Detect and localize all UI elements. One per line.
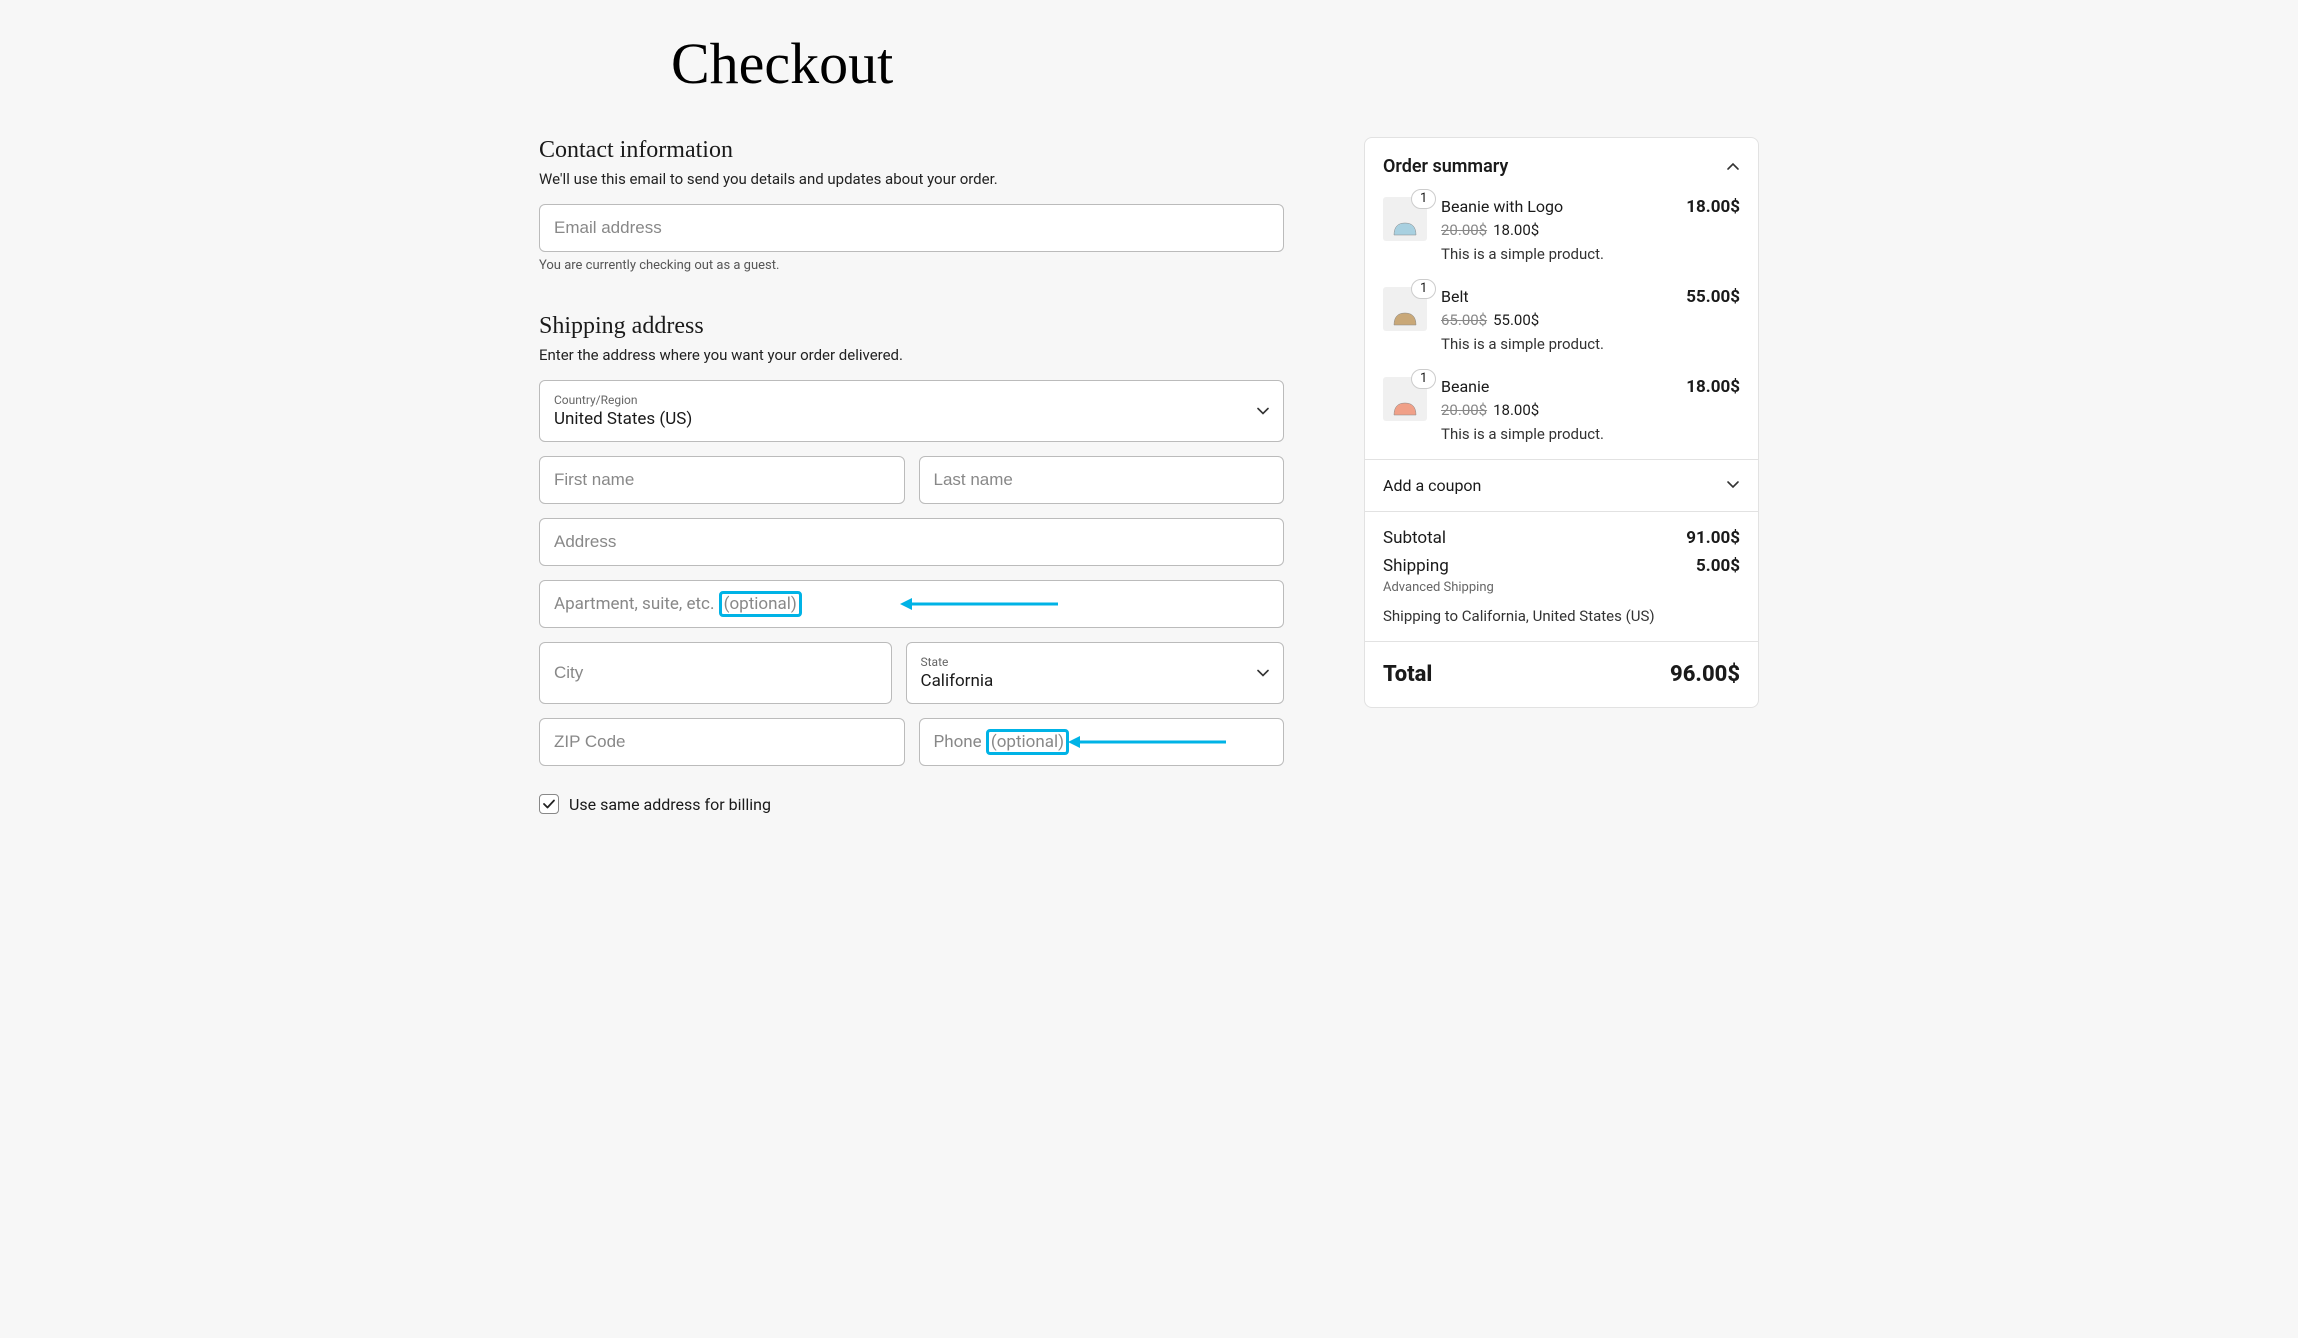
cart-item: 1 Belt 55.00$ 65.00$ 55.00$ This is a sim… (1365, 279, 1758, 369)
item-orig-price: 20.00$ (1441, 401, 1487, 419)
phone-field[interactable]: Phone (optional) (919, 718, 1285, 766)
state-label: State (921, 655, 1244, 669)
chevron-down-icon (1726, 476, 1740, 495)
form-column: Contact information We'll use this email… (539, 137, 1284, 814)
item-line-price: 18.00$ (1686, 377, 1740, 397)
zip-input[interactable] (554, 732, 890, 752)
same-billing-label: Use same address for billing (569, 795, 771, 814)
coupon-row[interactable]: Add a coupon (1365, 459, 1758, 511)
order-summary-card: Order summary 1 Beanie with Logo 18.00$ … (1364, 137, 1759, 708)
state-value: California (921, 671, 1244, 691)
country-label: Country/Region (554, 393, 1243, 407)
state-select[interactable]: State California (906, 642, 1285, 704)
annotation-arrow-icon (900, 597, 1060, 611)
contact-desc: We'll use this email to send you details… (539, 170, 1284, 188)
chevron-up-icon (1726, 160, 1740, 174)
summary-header[interactable]: Order summary (1365, 138, 1758, 189)
email-field-wrapper[interactable] (539, 204, 1284, 252)
grand-total-row: Total 96.00$ (1365, 641, 1758, 707)
shipping-value: 5.00$ (1696, 556, 1740, 576)
checkbox-icon[interactable] (539, 794, 559, 814)
shipping-method: Advanced Shipping (1383, 580, 1740, 595)
address-input[interactable] (554, 532, 1269, 552)
chevron-down-icon (1257, 667, 1269, 679)
optional-highlight: (optional) (986, 729, 1069, 755)
item-sale-price: 18.00$ (1493, 221, 1539, 239)
address-field[interactable] (539, 518, 1284, 566)
item-thumb-wrap: 1 (1383, 287, 1429, 333)
item-desc: This is a simple product. (1441, 425, 1740, 443)
total-label: Total (1383, 662, 1432, 687)
optional-highlight: (optional) (719, 591, 802, 617)
item-desc: This is a simple product. (1441, 335, 1740, 353)
item-thumb-wrap: 1 (1383, 377, 1429, 423)
cart-item: 1 Beanie 18.00$ 20.00$ 18.00$ This is a s… (1365, 369, 1758, 459)
last-name-input[interactable] (934, 470, 1270, 490)
cart-item: 1 Beanie with Logo 18.00$ 20.00$ 18.00$ T… (1365, 189, 1758, 279)
country-value: United States (US) (554, 409, 1243, 429)
city-field[interactable] (539, 642, 892, 704)
qty-badge: 1 (1411, 369, 1436, 389)
qty-badge: 1 (1411, 189, 1436, 209)
shipping-heading: Shipping address (539, 313, 1284, 340)
coupon-label: Add a coupon (1383, 476, 1481, 495)
item-line-price: 18.00$ (1686, 197, 1740, 217)
subtotal-value: 91.00$ (1686, 528, 1740, 548)
item-name: Beanie with Logo (1441, 197, 1563, 217)
same-billing-row[interactable]: Use same address for billing (539, 794, 1284, 814)
zip-field[interactable] (539, 718, 905, 766)
last-name-field[interactable] (919, 456, 1285, 504)
first-name-field[interactable] (539, 456, 905, 504)
total-value: 96.00$ (1670, 662, 1740, 687)
apartment-field[interactable]: Apartment, suite, etc. (optional) (539, 580, 1284, 628)
subtotal-label: Subtotal (1383, 528, 1446, 548)
item-desc: This is a simple product. (1441, 245, 1740, 263)
item-name: Belt (1441, 287, 1469, 307)
totals-block: Subtotal 91.00$ Shipping 5.00$ Advanced … (1365, 511, 1758, 641)
shipping-desc: Enter the address where you want your or… (539, 346, 1284, 364)
item-sale-price: 18.00$ (1493, 401, 1539, 419)
country-select[interactable]: Country/Region United States (US) (539, 380, 1284, 442)
annotation-arrow-icon (1068, 735, 1228, 749)
contact-heading: Contact information (539, 137, 1284, 164)
email-input[interactable] (554, 218, 1269, 238)
summary-title: Order summary (1383, 156, 1508, 177)
item-thumb-wrap: 1 (1383, 197, 1429, 243)
first-name-input[interactable] (554, 470, 890, 490)
shipping-label: Shipping (1383, 556, 1449, 576)
item-line-price: 55.00$ (1686, 287, 1740, 307)
city-input[interactable] (554, 663, 877, 683)
shipping-to: Shipping to California, United States (U… (1383, 607, 1740, 625)
guest-note: You are currently checking out as a gues… (539, 258, 1284, 273)
item-orig-price: 65.00$ (1441, 311, 1487, 329)
qty-badge: 1 (1411, 279, 1436, 299)
item-orig-price: 20.00$ (1441, 221, 1487, 239)
chevron-down-icon (1257, 405, 1269, 417)
item-name: Beanie (1441, 377, 1489, 397)
item-sale-price: 55.00$ (1493, 311, 1539, 329)
page-title: Checkout (671, 30, 1759, 97)
